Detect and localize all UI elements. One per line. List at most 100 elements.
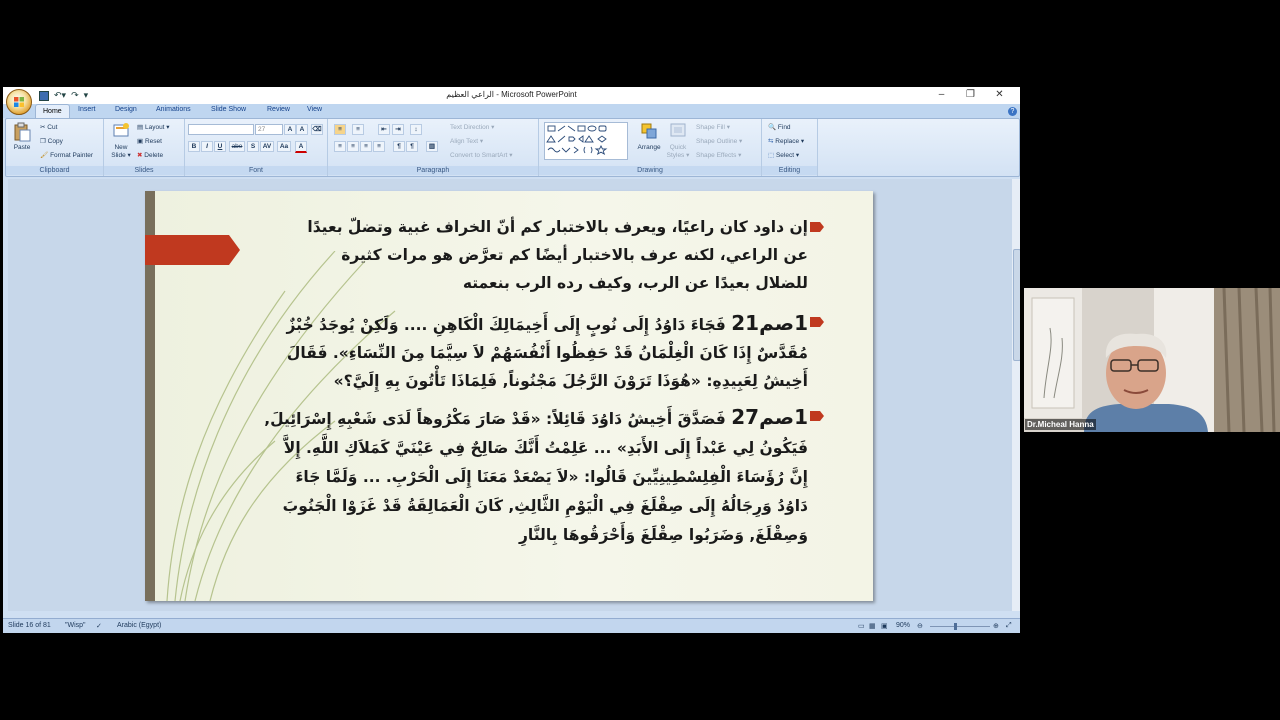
font-size-combo[interactable]: 27 [255,124,283,135]
rtl-icon[interactable]: ¶ [393,141,405,152]
format-painter-label: Format Painter [50,152,94,159]
find-label: Find [777,124,791,131]
quick-styles-button[interactable]: Quick Styles ▾ [664,122,692,159]
scrollbar-thumb[interactable] [1013,249,1020,361]
close-button[interactable]: ✕ [985,87,1014,104]
shadow-button[interactable]: S [247,141,259,152]
group-editing: 🔍 Find ⇆ Replace ▾ ⬚ Select ▾ Editing [762,119,818,176]
group-drawing: Arrange Quick Styles ▾ Shape Fill ▾ Shap… [539,119,762,176]
font-name-combo[interactable] [188,124,254,135]
new-slide-button[interactable]: New Slide ▾ [109,122,133,159]
decrease-indent-icon[interactable]: ⇤ [378,124,390,135]
tab-animations[interactable]: Animations [156,106,191,113]
text-direction-button[interactable]: Text Direction ▾ [450,123,494,131]
help-icon[interactable]: ? [1008,107,1017,116]
reset-button[interactable]: ▣ Reset [137,137,162,145]
bullets-icon[interactable]: ≡ [334,124,346,135]
slide-paragraph-1: إن داود كان راعيًا، ويعرف بالاختبار كم أ… [248,213,808,297]
font-color-button[interactable]: A [295,141,307,153]
replace-button[interactable]: ⇆ Replace ▾ [768,137,804,145]
shape-outline-button[interactable]: Shape Outline ▾ [696,137,742,145]
align-left-icon[interactable]: ≡ [334,141,346,152]
delete-label: Delete [144,152,164,159]
line-spacing-icon[interactable]: ↕ [410,124,422,135]
zoom-slider-thumb[interactable] [954,623,957,630]
language-indicator[interactable]: Arabic (Egypt) [117,622,161,629]
tab-slide-show[interactable]: Slide Show [211,106,246,113]
window-title: الراعي العظيم - Microsoft PowerPoint [446,90,577,99]
layout-label: Layout ▾ [144,124,170,131]
cut-button[interactable]: ✂ Cut [40,123,57,131]
scripture-reference: 1صم21 [731,311,808,335]
slide-sorter-icon[interactable]: ▦ [869,622,876,630]
align-text-button[interactable]: Align Text ▾ [450,137,483,145]
delete-icon: ✖ [137,152,143,159]
slide[interactable]: إن داود كان راعيًا، ويعرف بالاختبار كم أ… [145,191,873,601]
select-label: Select ▾ [775,152,800,159]
tab-view[interactable]: View [307,106,322,113]
normal-view-icon[interactable]: ▭ [858,622,865,630]
slideshow-view-icon[interactable]: ▣ [881,622,888,630]
arrange-button[interactable]: Arrange [634,122,664,151]
change-case-button[interactable]: Aa [277,141,291,152]
group-font: 27 A A ⌫ B I U abe S AV Aa A Font [185,119,328,176]
copy-button[interactable]: ❐ Copy [40,137,63,145]
clear-format-icon[interactable]: ⌫ [311,124,323,135]
quick-styles-label-2: Styles ▾ [666,152,690,159]
fit-slide-icon[interactable]: ⤢ [1006,622,1012,630]
tab-design[interactable]: Design [115,106,137,113]
paragraph-group-label: Paragraph [328,166,538,175]
numbering-icon[interactable]: ≡ [352,124,364,135]
minimize-button[interactable]: – [927,87,956,104]
para2-line: مُقَدَّسٌ إِذَا كَانَ الْغِلْمَانُ قَدْ … [286,344,808,362]
find-button[interactable]: 🔍 Find [768,123,791,131]
replace-icon: ⇆ [768,138,774,145]
select-button[interactable]: ⬚ Select ▾ [768,151,799,159]
arrange-icon [641,123,657,139]
char-spacing-button[interactable]: AV [260,141,274,152]
bold-button[interactable]: B [188,141,200,152]
ltr-icon[interactable]: ¶ [406,141,418,152]
para3-line: فَيَكُونُ لِي عَبْداً إِلَى الأَبَدِ» ..… [283,439,808,457]
columns-icon[interactable]: ▥ [426,141,438,152]
restore-button[interactable]: ❐ [956,87,985,104]
shape-effects-button[interactable]: Shape Effects ▾ [696,151,741,159]
shrink-font-icon[interactable]: A [296,124,308,135]
shapes-gallery[interactable] [544,122,628,160]
paste-icon [14,122,31,142]
zoom-out-icon[interactable]: ⊖ [917,622,923,630]
paste-label: Paste [13,144,31,151]
strikethrough-button[interactable]: abe [229,141,245,152]
spellcheck-icon[interactable]: ✓ [96,622,102,630]
format-painter-button[interactable]: 🖌 Format Painter [40,151,93,159]
grow-font-icon[interactable]: A [284,124,296,135]
tab-review[interactable]: Review [267,106,290,113]
zoom-level[interactable]: 90% [896,622,910,629]
delete-slide-button[interactable]: ✖ Delete [137,151,163,159]
shape-fill-button[interactable]: Shape Fill ▾ [696,123,730,131]
justify-icon[interactable]: ≡ [373,141,385,152]
cut-icon: ✂ [40,124,46,131]
vertical-scrollbar[interactable] [1012,179,1020,611]
ribbon-tab-strip: Home Insert Design Animations Slide Show… [3,104,1020,119]
zoom-slider[interactable] [930,626,990,627]
office-button[interactable] [6,89,32,115]
copy-label: Copy [47,138,63,145]
window-controls: – ❐ ✕ [927,87,1014,104]
layout-button[interactable]: ▤ Layout ▾ [137,123,170,131]
italic-button[interactable]: I [201,141,213,152]
find-icon: 🔍 [768,124,777,131]
replace-label: Replace ▾ [775,138,805,145]
para2-text: فَجَاءَ دَاوُدُ إِلَى نُوبٍ إِلَى أَخِيم… [286,316,726,334]
tab-home[interactable]: Home [35,104,70,119]
align-center-icon[interactable]: ≡ [347,141,359,152]
paste-button[interactable]: Paste [10,122,34,151]
align-right-icon[interactable]: ≡ [360,141,372,152]
para2-line: أَخِيشُ لِعَبِيدِهِ: «هُوَذَا تَرَوْنَ ا… [333,372,808,390]
tab-insert[interactable]: Insert [78,106,96,113]
increase-indent-icon[interactable]: ⇥ [392,124,404,135]
convert-smartart-button[interactable]: Convert to SmartArt ▾ [450,151,513,159]
zoom-in-icon[interactable]: ⊕ [993,622,999,630]
clipboard-group-label: Clipboard [6,166,103,175]
underline-button[interactable]: U [214,141,226,152]
